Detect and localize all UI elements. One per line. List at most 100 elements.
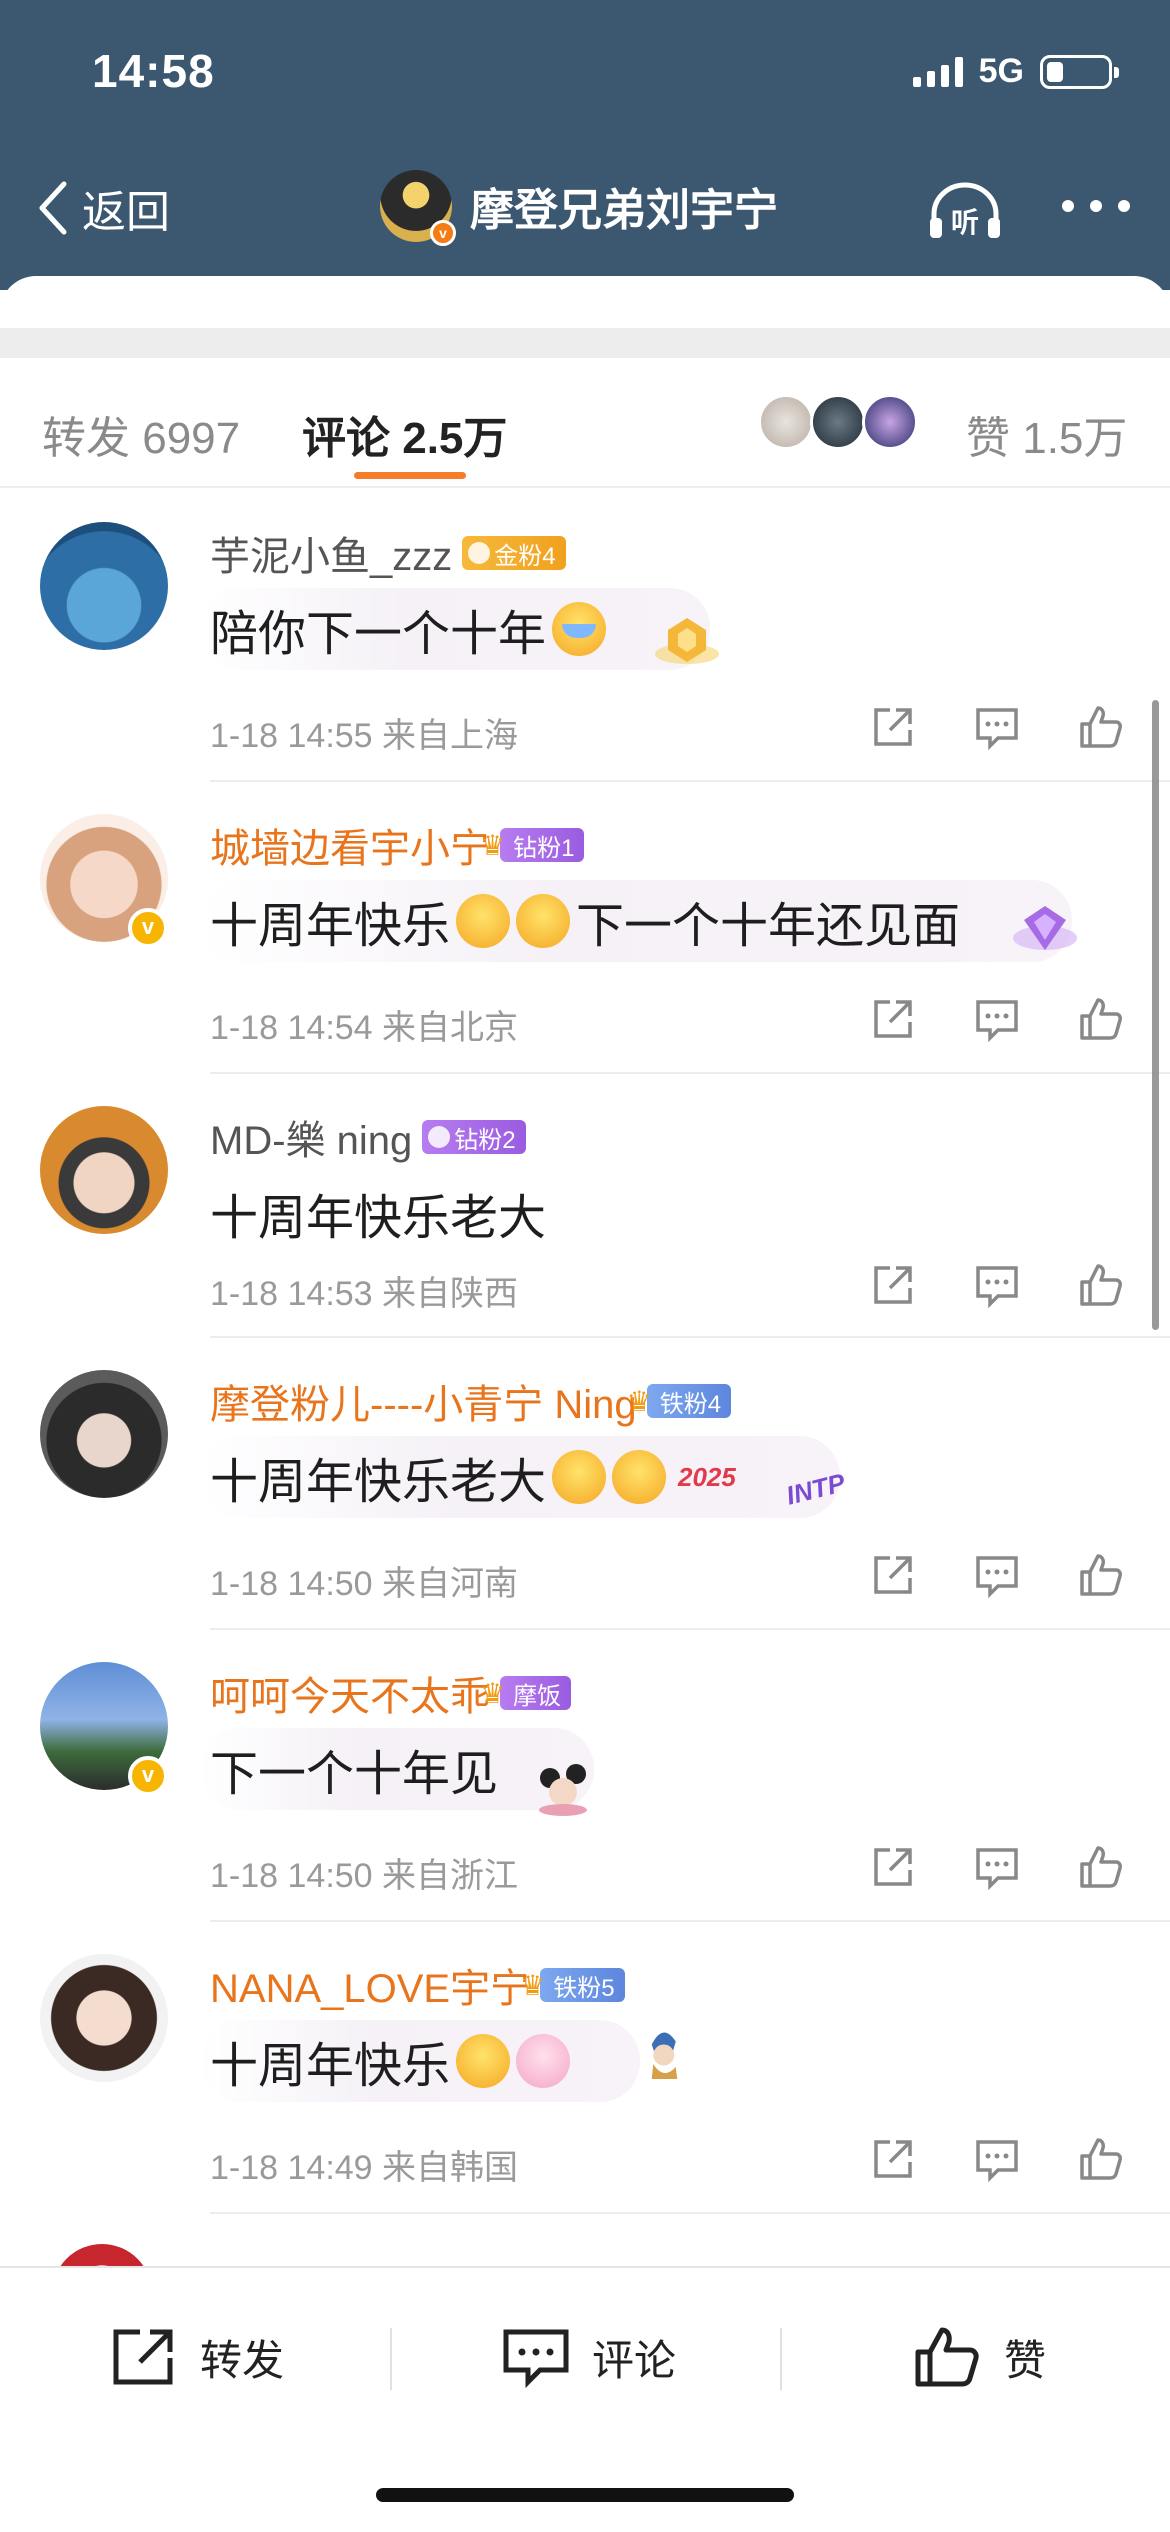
comment-item-partial[interactable]: 一直爱宠的松子糖 xyxy=(0,2236,1170,2270)
comment-text: 十周年快乐 xyxy=(210,2026,571,2096)
share-icon[interactable] xyxy=(870,996,916,1042)
comment-header: 城墙边看宇小宁 ♛ 钻粉1 xyxy=(210,816,585,874)
like-icon[interactable] xyxy=(1078,704,1124,750)
comment-time: 1-18 14:49 xyxy=(210,2149,373,2187)
tab-repost-count: 6997 xyxy=(142,414,241,463)
back-label: 返回 xyxy=(82,188,170,237)
comment-meta: 1-18 14:55 来自上海 xyxy=(210,708,518,757)
share-icon[interactable] xyxy=(870,1844,916,1890)
network-type: 5G xyxy=(978,52,1024,90)
comment-body: 陪你下一个十年 xyxy=(210,608,547,661)
headphones-icon: 听 xyxy=(930,182,1000,239)
home-indicator[interactable] xyxy=(376,2488,794,2502)
like-icon[interactable] xyxy=(1078,996,1124,1042)
comment-actions xyxy=(870,1552,1124,1598)
verified-icon: v xyxy=(128,908,168,948)
like-icon[interactable] xyxy=(1078,1262,1124,1308)
reply-icon[interactable] xyxy=(974,1262,1020,1308)
reply-icon[interactable] xyxy=(974,2136,1020,2182)
separator xyxy=(780,2328,782,2390)
like-icon[interactable] xyxy=(1078,2136,1124,2182)
flower-emoji-icon xyxy=(516,894,571,948)
chevron-left-icon xyxy=(39,181,67,235)
crown-icon: ♛ xyxy=(480,1677,506,1709)
comment-item[interactable]: v 城墙边看宇小宁 ♛ 钻粉1 十周年快乐 下一个十年还见面 1-18 14:54… xyxy=(0,782,1170,1074)
username[interactable]: 城墙边看宇小宁 xyxy=(210,816,490,874)
repost-button[interactable]: 转发 xyxy=(110,2326,284,2388)
username[interactable]: 芋泥小鱼_zzz xyxy=(210,524,452,582)
tab-like[interactable]: 赞 1.5万 xyxy=(966,402,1127,466)
comment-label: 评论 xyxy=(592,2336,677,2384)
fan-badge: ♛ 铁粉5 xyxy=(520,1968,625,2002)
share-icon[interactable] xyxy=(870,1552,916,1598)
comment-item[interactable]: 芋泥小鱼_zzz 金粉4 陪你下一个十年 1-18 14:55 来自上海 xyxy=(0,490,1170,782)
comment-item[interactable]: 摩登粉儿----小青宁 Ning ♛ 铁粉4 十周年快乐老大 2025 INTP … xyxy=(0,1338,1170,1630)
comment-location: 来自浙江 xyxy=(382,1857,519,1895)
crown-icon: ♛ xyxy=(480,829,506,861)
section-divider xyxy=(0,328,1170,358)
reply-icon[interactable] xyxy=(974,1844,1020,1890)
like-button[interactable]: 赞 xyxy=(914,2326,1046,2388)
detail-tabs: 转发 6997 评论 2.5万 赞 1.5万 xyxy=(0,358,1170,488)
dot-icon xyxy=(1090,200,1102,212)
comment-time: 1-18 14:54 xyxy=(210,1009,373,1047)
mouse-sticker-icon xyxy=(539,1764,587,1816)
comment-meta: 1-18 14:53 来自陕西 xyxy=(210,1266,518,1315)
reply-icon[interactable] xyxy=(974,1552,1020,1598)
avatar: v xyxy=(380,170,456,246)
verified-icon: v xyxy=(430,220,456,246)
avatar[interactable] xyxy=(40,1954,168,2082)
comment-text: 十周年快乐老大 xyxy=(210,1178,546,1248)
tab-repost[interactable]: 转发 6997 xyxy=(42,402,240,466)
username[interactable]: NANA_LOVE宇宁 xyxy=(210,1956,530,2014)
sheet-top xyxy=(0,276,1170,328)
comment-item[interactable]: MD-樂 ning 钻粉2 十周年快乐老大 1-18 14:53 来自陕西 xyxy=(0,1074,1170,1338)
tab-comment[interactable]: 评论 2.5万 xyxy=(302,402,507,466)
dot-icon xyxy=(1062,200,1074,212)
comment-meta: 1-18 14:54 来自北京 xyxy=(210,1000,518,1049)
like-icon[interactable] xyxy=(1078,1844,1124,1890)
back-button[interactable]: 返回 xyxy=(34,176,170,240)
tab-like-count: 1.5万 xyxy=(1022,414,1128,463)
reply-icon[interactable] xyxy=(974,704,1020,750)
like-icon[interactable] xyxy=(1078,1552,1124,1598)
comment-item[interactable]: v 呵呵今天不太乖 ♛ 摩饭 下一个十年见 1-18 14:50 来自浙江 xyxy=(0,1630,1170,1922)
username[interactable]: 呵呵今天不太乖 xyxy=(210,1664,490,1722)
bunny-emoji-icon xyxy=(516,2034,571,2088)
tab-repost-label: 转发 xyxy=(42,414,130,463)
share-icon[interactable] xyxy=(870,704,916,750)
diamond-icon xyxy=(428,1126,451,1148)
comment-button[interactable]: 评论 xyxy=(502,2326,676,2388)
comment-actions xyxy=(870,996,1124,1042)
share-icon[interactable] xyxy=(870,2136,916,2182)
comment-time: 1-18 14:50 xyxy=(210,1857,373,1895)
listen-button[interactable]: 听 xyxy=(926,180,1004,242)
comment-time: 1-18 14:55 xyxy=(210,717,373,755)
page-title: 摩登兄弟刘宇宁 xyxy=(470,186,778,235)
flower-emoji-icon xyxy=(456,894,511,948)
verified-icon: v xyxy=(128,1756,168,1796)
share-icon[interactable] xyxy=(870,1262,916,1308)
reply-icon[interactable] xyxy=(974,996,1020,1042)
liker-avatars[interactable] xyxy=(758,394,918,450)
comment-time: 1-18 14:53 xyxy=(210,1275,373,1313)
comment-header: NANA_LOVE宇宁 ♛ 铁粉5 xyxy=(210,1956,625,2014)
nav-title[interactable]: v 摩登兄弟刘宇宁 xyxy=(380,170,778,246)
more-options-button[interactable] xyxy=(1062,200,1130,212)
fan-badge-label: 摩饭 xyxy=(513,1682,562,1710)
fan-badge-label: 钻粉2 xyxy=(454,1126,516,1154)
fan-badge: ♛ 铁粉4 xyxy=(627,1384,732,1418)
comment-text: 十周年快乐老大 2025 xyxy=(210,1442,742,1512)
username[interactable]: MD-樂 ning xyxy=(210,1108,412,1166)
comment-body: 十周年快乐 xyxy=(210,2040,451,2093)
cheer-emoji-icon xyxy=(456,2034,511,2088)
username[interactable]: 摩登粉儿----小青宁 Ning xyxy=(210,1372,637,1430)
comment-item[interactable]: NANA_LOVE宇宁 ♛ 铁粉5 十周年快乐 1-18 14:49 来自韩国 xyxy=(0,1922,1170,2214)
comment-icon xyxy=(503,2329,569,2388)
avatar[interactable] xyxy=(40,1370,168,1498)
scrollbar[interactable] xyxy=(1152,700,1159,1330)
avatar[interactable] xyxy=(40,522,168,650)
comment-location: 来自河南 xyxy=(382,1565,519,1603)
active-tab-indicator xyxy=(354,472,466,479)
avatar[interactable] xyxy=(40,1106,168,1234)
